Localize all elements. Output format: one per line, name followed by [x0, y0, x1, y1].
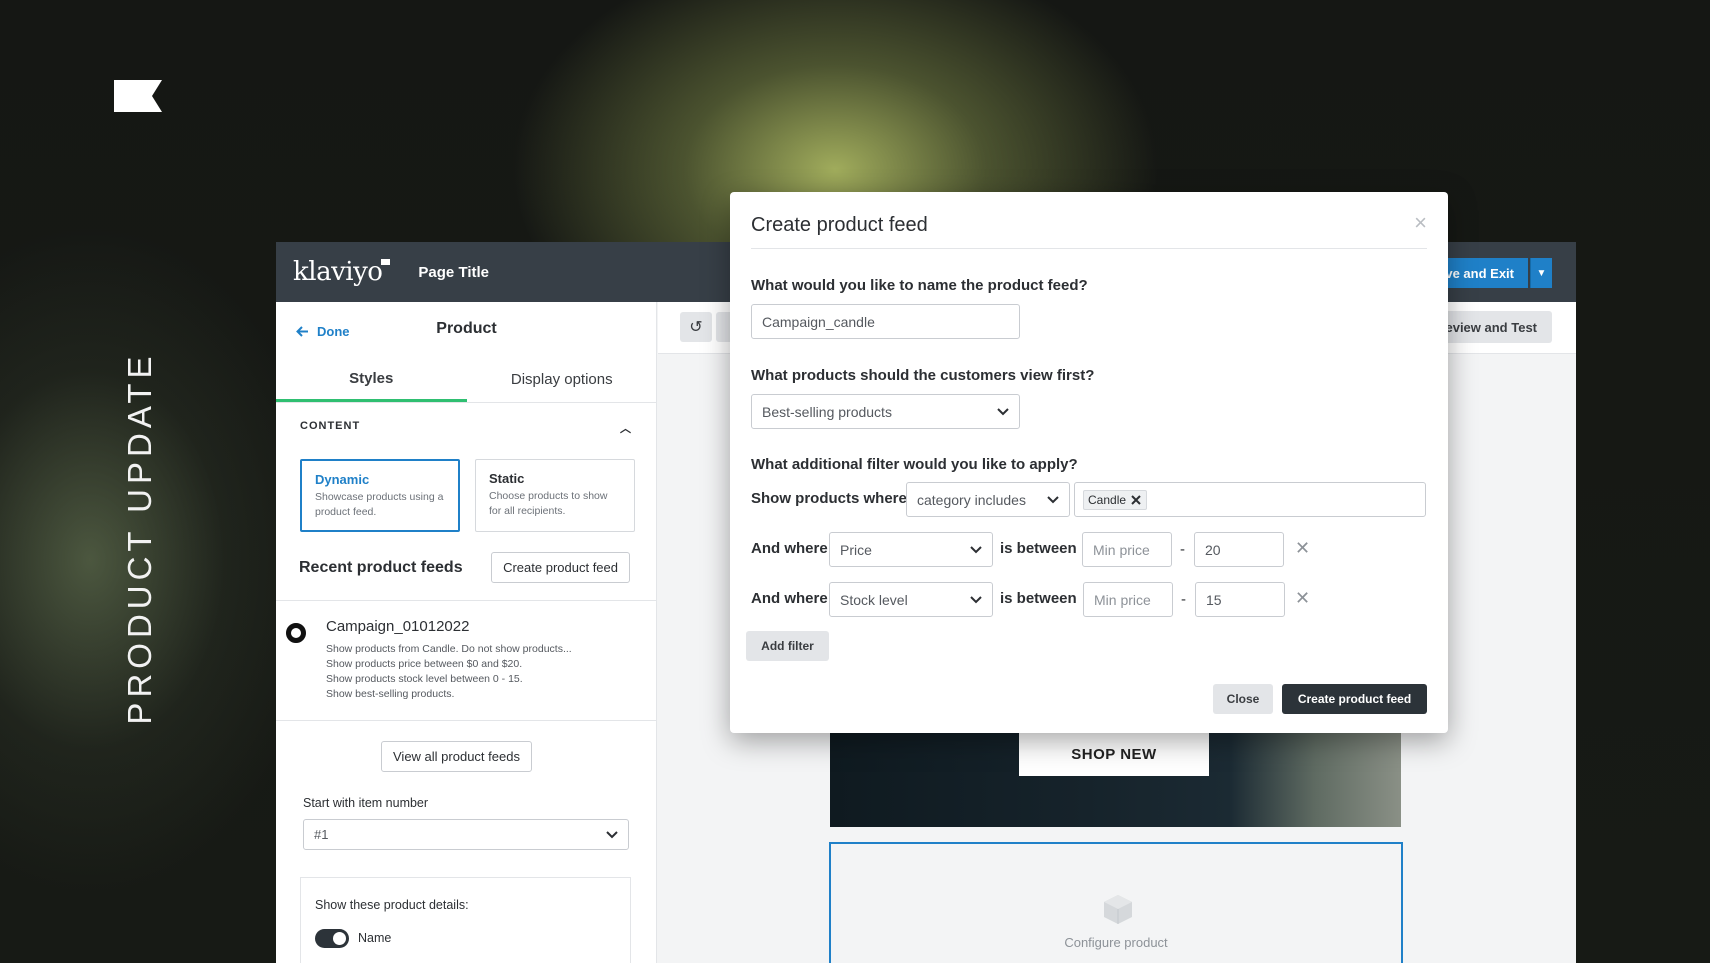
remove-filter-icon[interactable]: ✕ — [1295, 538, 1310, 559]
chevron-down-icon — [970, 545, 982, 553]
and-where-label: And where — [751, 590, 828, 607]
show-where-label: Show products where — [751, 490, 907, 507]
feed-description: Show products from Candle. Do not show p… — [326, 642, 572, 702]
details-label: Show these product details: — [315, 898, 469, 912]
range-dash: - — [1181, 591, 1186, 608]
create-feed-modal: Create product feed × What would you lik… — [730, 192, 1448, 733]
min-price-input[interactable]: Min price — [1082, 532, 1172, 567]
max-value: 15 — [1206, 591, 1222, 608]
min-stock-input[interactable]: Min price — [1083, 582, 1173, 617]
max-value: 20 — [1205, 541, 1221, 558]
min-placeholder: Min price — [1094, 591, 1151, 608]
feed-desc-line: Show products price between $0 and $20. — [326, 658, 523, 670]
feed-name-value: Campaign_candle — [762, 313, 875, 330]
start-item-select[interactable]: #1 — [303, 819, 629, 850]
panel-tabs: Styles Display options — [276, 357, 657, 403]
product-update-title: PRODUCT UPDATE — [121, 351, 158, 725]
create-product-feed-button[interactable]: Create product feed — [1282, 684, 1427, 714]
feed-name-question: What would you like to name the product … — [751, 277, 1088, 294]
feed-radio[interactable] — [286, 623, 306, 643]
feed-desc-line: Show products from Candle. Do not show p… — [326, 643, 572, 655]
filter-question: What additional filter would you like to… — [751, 456, 1078, 473]
page-title: Page Title — [418, 263, 490, 281]
field-value: Stock level — [840, 591, 908, 608]
stock-field-select[interactable]: Stock level — [829, 582, 993, 617]
remove-filter-icon[interactable]: ✕ — [1295, 588, 1310, 609]
category-tags-input[interactable]: Candle — [1074, 482, 1426, 517]
create-feed-button[interactable]: Create product feed — [491, 552, 630, 583]
view-first-select[interactable]: Best-selling products — [751, 394, 1020, 429]
max-price-input[interactable]: 20 — [1194, 532, 1284, 567]
condition-select[interactable]: category includes — [906, 482, 1070, 517]
and-where-label: And where — [751, 540, 828, 557]
klaviyo-logo[interactable]: klaviyo — [293, 257, 391, 287]
view-all-feeds-button[interactable]: View all product feeds — [381, 741, 532, 772]
chevron-down-icon — [970, 595, 982, 603]
chevron-up-icon: ︿ — [620, 423, 632, 435]
remove-chip-icon[interactable] — [1130, 494, 1142, 506]
chip-label: Candle — [1088, 492, 1127, 507]
content-section-header[interactable]: CONTENT ︿ — [300, 420, 632, 436]
left-panel: Product Done Styles Display options CONT… — [276, 302, 657, 963]
candle-chip: Candle — [1083, 489, 1148, 510]
recent-feeds-title: Recent product feeds — [299, 558, 463, 576]
modal-title: Create product feed — [751, 214, 928, 236]
package-icon — [1102, 893, 1134, 925]
configure-product-label: Configure product — [1064, 935, 1168, 950]
product-details-box: Show these product details: Name — [300, 877, 631, 963]
min-placeholder: Min price — [1093, 541, 1150, 558]
start-item-label: Start with item number — [303, 796, 429, 810]
is-between-label: is between — [1000, 540, 1077, 557]
static-mode-card[interactable]: Static Choose products to show for all r… — [475, 459, 635, 532]
tab-styles[interactable]: Styles — [276, 357, 467, 402]
divider — [751, 248, 1427, 249]
close-icon[interactable]: × — [1414, 210, 1427, 236]
mode-desc: Showcase products using a product feed. — [315, 491, 444, 518]
condition-value: category includes — [917, 491, 1026, 508]
view-first-question: What products should the customers view … — [751, 367, 1095, 384]
field-value: Price — [840, 541, 872, 558]
view-first-value: Best-selling products — [762, 403, 892, 420]
feed-desc-line: Show products stock level between 0 - 15… — [326, 673, 523, 685]
toggle-label: Name — [358, 931, 392, 945]
recent-feeds-row: Recent product feeds Create product feed — [299, 552, 630, 583]
chevron-down-icon — [997, 407, 1009, 415]
close-button[interactable]: Close — [1213, 684, 1273, 714]
divider — [276, 720, 656, 721]
mode-desc: Choose products to show for all recipien… — [489, 490, 608, 517]
max-stock-input[interactable]: 15 — [1195, 582, 1285, 617]
caret-down-icon: ▼ — [1536, 267, 1547, 279]
price-field-select[interactable]: Price — [829, 532, 993, 567]
mode-title: Dynamic — [315, 472, 370, 487]
feed-name-input[interactable]: Campaign_candle — [751, 304, 1020, 339]
section-label: CONTENT — [300, 420, 361, 432]
done-label: Done — [317, 324, 350, 339]
name-toggle[interactable] — [315, 929, 349, 948]
start-item-value: #1 — [314, 827, 329, 842]
add-filter-button[interactable]: Add filter — [746, 631, 829, 661]
klaviyo-flag-icon — [114, 80, 162, 112]
save-options-dropdown[interactable]: ▼ — [1530, 258, 1552, 288]
chevron-down-icon — [606, 830, 618, 838]
divider — [276, 600, 656, 601]
shop-new-button[interactable]: SHOP NEW — [1019, 732, 1209, 776]
tab-display-options[interactable]: Display options — [467, 357, 658, 402]
mode-title: Static — [489, 471, 525, 486]
feed-name: Campaign_01012022 — [326, 618, 470, 635]
is-between-label: is between — [1000, 590, 1077, 607]
undo-icon: ↺ — [689, 319, 703, 336]
chevron-down-icon — [1047, 495, 1059, 503]
feed-desc-line: Show best-selling products. — [326, 688, 455, 700]
logo-text: klaviyo — [293, 257, 383, 287]
logo-flag-icon — [381, 259, 391, 265]
configure-product-block[interactable]: Configure product — [829, 842, 1403, 963]
done-link[interactable]: Done — [296, 324, 350, 339]
range-dash: - — [1180, 541, 1185, 558]
undo-button[interactable]: ↺ — [680, 312, 712, 342]
arrow-left-icon — [296, 326, 308, 337]
dynamic-mode-card[interactable]: Dynamic Showcase products using a produc… — [300, 459, 460, 532]
